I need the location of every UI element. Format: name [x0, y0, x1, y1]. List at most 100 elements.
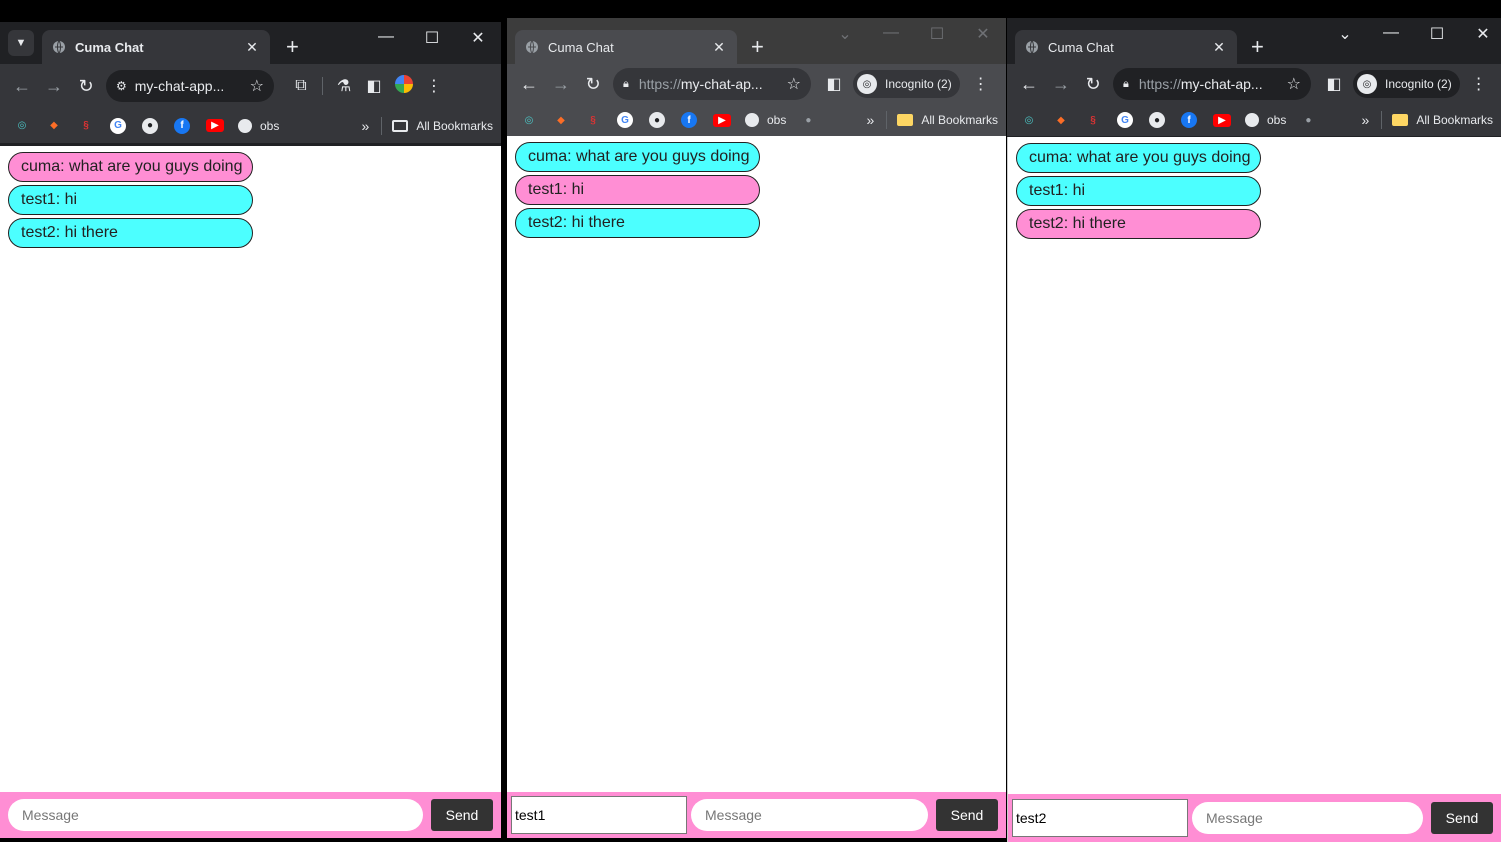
bookmarks-divider [886, 111, 888, 129]
bookmark-swirl-icon[interactable]: ◎ [14, 118, 30, 134]
tab-title: Cuma Chat [75, 39, 144, 55]
url-text: https://my-chat-ap... [1138, 76, 1263, 92]
close-window-button[interactable]: ✕ [1473, 24, 1493, 44]
bookmark-obs[interactable]: obs [745, 113, 786, 127]
maximize-button[interactable]: ☐ [422, 28, 442, 48]
bookmark-facebook-icon[interactable]: f [1181, 112, 1197, 128]
all-bookmarks-button[interactable]: All Bookmarks [1392, 113, 1493, 127]
bookmark-youtube-icon[interactable]: ▶ [1213, 113, 1231, 127]
bookmark-swirl-icon[interactable]: ◎ [1021, 112, 1037, 128]
maximize-button[interactable]: ☐ [927, 24, 947, 44]
tab-close-icon[interactable]: ✕ [244, 39, 260, 56]
menu-kebab-icon[interactable]: ⋮ [966, 74, 996, 94]
tab-close-icon[interactable]: ✕ [711, 39, 727, 56]
bookmark-github-icon[interactable]: ● [649, 112, 665, 128]
bookmark-google-icon[interactable]: G [1117, 112, 1133, 128]
bookmark-gitlab-icon[interactable]: ◆ [46, 118, 62, 134]
minimize-button[interactable]: — [881, 24, 901, 42]
bookmark-star-icon[interactable]: ☆ [250, 76, 264, 96]
bookmark-obs[interactable]: obs [1245, 113, 1286, 127]
message-bubble: test1: hi [515, 175, 760, 205]
reload-icon[interactable]: ↻ [1077, 74, 1109, 95]
new-tab-button[interactable]: + [1251, 36, 1264, 58]
address-bar[interactable]: 🔒︎ https://my-chat-ap... ☆ [1113, 68, 1311, 100]
back-icon[interactable]: ← [1013, 74, 1045, 95]
bookmark-swirl-icon[interactable]: ◎ [521, 112, 537, 128]
bookmark-star-icon[interactable]: ☆ [787, 74, 801, 94]
globe-icon [745, 113, 759, 127]
bookmark-facebook-icon[interactable]: f [174, 117, 190, 134]
tab-search-button[interactable]: ▼ [8, 30, 34, 56]
bookmark-red-icon[interactable]: § [585, 112, 601, 128]
menu-kebab-icon[interactable]: ⋮ [1464, 74, 1494, 94]
browser-chrome: Cuma Chat ✕ + ⌄ — ☐ ✕ ← → ↻ 🔒︎ https://m… [1007, 18, 1501, 137]
bookmarks-divider [1381, 111, 1383, 129]
new-tab-button[interactable]: + [286, 36, 299, 58]
tab-cuma-chat[interactable]: Cuma Chat ✕ [42, 30, 270, 64]
bookmarks-overflow-button[interactable]: » [1362, 112, 1370, 128]
new-tab-button[interactable]: + [751, 36, 764, 58]
send-button[interactable]: Send [936, 799, 998, 831]
forward-icon[interactable]: → [545, 74, 577, 95]
bookmark-github-icon[interactable]: ● [1149, 112, 1165, 128]
bookmark-gitlab-icon[interactable]: ◆ [1053, 112, 1069, 128]
back-icon[interactable]: ← [6, 76, 38, 97]
bookmark-red-icon[interactable]: § [1085, 112, 1101, 128]
bookmark-red-icon[interactable]: § [78, 118, 94, 134]
bookmark-google-icon[interactable]: G [617, 112, 633, 128]
tab-list-chevron[interactable]: ⌄ [835, 24, 855, 44]
side-panel-icon[interactable]: ◧ [819, 74, 849, 94]
profile-avatar-icon[interactable] [389, 74, 419, 98]
all-bookmarks-label: All Bookmarks [1416, 113, 1493, 127]
forward-icon[interactable]: → [38, 76, 70, 97]
bookmarks-overflow-button[interactable]: » [867, 112, 875, 128]
bookmark-youtube-icon[interactable]: ▶ [713, 113, 731, 127]
bookmark-apple-icon[interactable]: ● [1300, 112, 1316, 128]
bookmark-star-icon[interactable]: ☆ [1287, 74, 1301, 94]
bookmark-obs[interactable]: obs [238, 118, 279, 133]
bookmarks-overflow-button[interactable]: » [362, 118, 370, 134]
tab-cuma-chat[interactable]: Cuma Chat ✕ [515, 30, 737, 64]
extensions-icon[interactable]: ⧉ [286, 77, 316, 95]
tab-cuma-chat[interactable]: Cuma Chat ✕ [1015, 30, 1237, 64]
maximize-button[interactable]: ☐ [1427, 24, 1447, 44]
bookmark-apple-icon[interactable]: ● [800, 112, 816, 128]
all-bookmarks-button[interactable]: All Bookmarks [897, 113, 998, 127]
browser-window-2: Cuma Chat ✕ + ⌄ — ☐ ✕ ← → ↻ 🔒︎ https://m… [507, 18, 1006, 838]
tab-close-icon[interactable]: ✕ [1211, 39, 1227, 56]
bookmark-youtube-icon[interactable]: ▶ [206, 119, 224, 132]
site-settings-icon[interactable]: ⚙ [116, 79, 127, 93]
menu-kebab-icon[interactable]: ⋮ [419, 76, 449, 96]
bookmark-gitlab-icon[interactable]: ◆ [553, 112, 569, 128]
incognito-indicator[interactable]: ◎ Incognito (2) [1353, 70, 1460, 98]
close-window-button[interactable]: ✕ [468, 28, 488, 48]
send-button[interactable]: Send [431, 799, 493, 831]
reload-icon[interactable]: ↻ [577, 74, 609, 95]
username-input[interactable]: test1 [511, 796, 687, 834]
message-list: cuma: what are you guys doing test1: hi … [0, 146, 501, 257]
back-icon[interactable]: ← [513, 74, 545, 95]
tab-list-chevron[interactable]: ⌄ [1335, 24, 1355, 44]
minimize-button[interactable]: — [376, 28, 396, 46]
bookmarks-bar: ◎ ◆ § G ● f ▶ obs ● » All Bookmarks [1007, 104, 1501, 137]
bookmark-google-icon[interactable]: G [110, 117, 126, 134]
address-bar[interactable]: 🔒︎ https://my-chat-ap... ☆ [613, 68, 811, 100]
reload-icon[interactable]: ↻ [70, 76, 102, 97]
message-input[interactable]: Message [8, 799, 423, 831]
close-window-button[interactable]: ✕ [973, 24, 993, 44]
side-panel-icon[interactable]: ◧ [1319, 74, 1349, 94]
send-button[interactable]: Send [1431, 802, 1493, 834]
all-bookmarks-button[interactable]: All Bookmarks [392, 119, 493, 133]
minimize-button[interactable]: — [1381, 24, 1401, 42]
incognito-indicator[interactable]: ◎ Incognito (2) [853, 70, 960, 98]
side-panel-icon[interactable]: ◧ [359, 76, 389, 96]
address-bar[interactable]: ⚙ my-chat-app... ☆ [106, 70, 274, 102]
forward-icon[interactable]: → [1045, 74, 1077, 95]
message-input[interactable]: Message [691, 799, 928, 831]
composer-bar: test1 Message Send [507, 792, 1006, 838]
username-input[interactable]: test2 [1012, 799, 1188, 837]
bookmark-github-icon[interactable]: ● [142, 117, 158, 134]
labs-flask-icon[interactable]: ⚗ [329, 76, 359, 96]
message-input[interactable]: Message [1192, 802, 1423, 834]
bookmark-facebook-icon[interactable]: f [681, 112, 697, 128]
